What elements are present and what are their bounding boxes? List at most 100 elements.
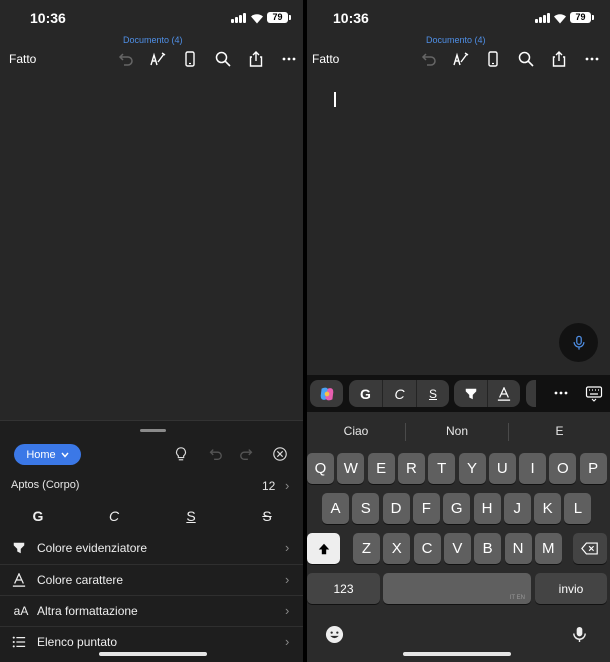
home-indicator[interactable]: [99, 652, 207, 656]
font-color-icon: [10, 572, 28, 588]
key[interactable]: A: [322, 493, 349, 524]
bullet-list-icon: [10, 634, 28, 650]
mobile-view-icon[interactable]: [180, 49, 200, 69]
key[interactable]: L: [564, 493, 592, 524]
underline-button[interactable]: S: [417, 380, 449, 407]
bold-button[interactable]: G: [23, 508, 53, 528]
underline-button[interactable]: S: [176, 508, 206, 528]
dictation-button[interactable]: [559, 323, 598, 362]
microphone-icon[interactable]: [568, 623, 590, 645]
key[interactable]: B: [474, 533, 502, 564]
space-key[interactable]: IT EN: [383, 573, 531, 604]
cellular-signal-icon: [231, 13, 247, 23]
document-title[interactable]: Documento (4): [307, 35, 610, 45]
key[interactable]: Q: [307, 453, 334, 484]
lightbulb-icon[interactable]: [172, 445, 190, 463]
redo-icon[interactable]: [238, 445, 256, 463]
copilot-button[interactable]: [310, 380, 343, 407]
shift-key[interactable]: [307, 533, 340, 564]
share-icon[interactable]: [246, 49, 266, 69]
key[interactable]: K: [534, 493, 562, 524]
backspace-key[interactable]: [573, 533, 607, 564]
return-key[interactable]: invio: [535, 573, 607, 604]
more-icon[interactable]: [551, 383, 571, 403]
key[interactable]: I: [519, 453, 547, 484]
key[interactable]: U: [488, 453, 516, 484]
on-screen-keyboard: Ciao Non E QWERTYUIOP ASDFGHJKL ZXCVBNM …: [307, 412, 610, 662]
key[interactable]: O: [549, 453, 577, 484]
key[interactable]: Y: [458, 453, 486, 484]
share-icon[interactable]: [549, 49, 569, 69]
text-format-group: G C S: [349, 380, 449, 407]
menu-item-more-formatting[interactable]: aA Altra formattazione ›: [0, 595, 303, 626]
undo-icon[interactable]: [418, 49, 438, 69]
key[interactable]: N: [504, 533, 532, 564]
wifi-icon: [250, 11, 264, 24]
draw-pen-icon[interactable]: [450, 49, 470, 69]
key[interactable]: M: [534, 533, 562, 564]
key[interactable]: V: [443, 533, 471, 564]
key[interactable]: D: [382, 493, 410, 524]
more-icon[interactable]: [279, 49, 299, 69]
menu-item-font-color[interactable]: Colore carattere ›: [0, 564, 303, 595]
key[interactable]: J: [503, 493, 531, 524]
suggestion-2[interactable]: Non: [406, 412, 508, 450]
ribbon-tab-label: Home: [26, 448, 56, 461]
key[interactable]: R: [397, 453, 425, 484]
key[interactable]: X: [383, 533, 411, 564]
font-picker-row[interactable]: Aptos (Corpo) 12 ›: [0, 477, 303, 497]
space-language-label: IT EN: [509, 595, 525, 601]
suggestion-1[interactable]: Ciao: [307, 412, 405, 450]
color-group: [454, 380, 520, 407]
wifi-icon: [553, 11, 567, 24]
cellular-signal-icon: [535, 13, 551, 23]
status-time: 10:36: [333, 10, 369, 26]
key[interactable]: G: [443, 493, 471, 524]
key[interactable]: E: [367, 453, 395, 484]
search-icon[interactable]: [213, 49, 233, 69]
toolbar-overflow-edge[interactable]: [526, 380, 536, 407]
ribbon-tab-selector[interactable]: Home: [14, 444, 81, 465]
key[interactable]: S: [352, 493, 380, 524]
undo-icon[interactable]: [115, 49, 135, 69]
undo-icon[interactable]: [206, 445, 224, 463]
key[interactable]: P: [579, 453, 607, 484]
chevron-right-icon: ›: [285, 634, 290, 649]
left-screen: 10:36 79 Documento (4) Fatto Home Aptos …: [0, 0, 303, 662]
key[interactable]: W: [337, 453, 365, 484]
menu-item-highlight-color[interactable]: Colore evidenziatore ›: [0, 533, 303, 564]
status-bar: 10:36 79: [307, 0, 610, 34]
close-circle-icon[interactable]: [271, 445, 289, 463]
italic-button[interactable]: C: [383, 380, 416, 407]
font-color-button[interactable]: [488, 380, 520, 407]
document-title[interactable]: Documento (4): [0, 35, 303, 45]
numbers-key[interactable]: 123: [307, 573, 380, 604]
home-indicator[interactable]: [403, 652, 511, 656]
key[interactable]: H: [473, 493, 501, 524]
menu-item-label: Altra formattazione: [37, 604, 138, 618]
strikethrough-button[interactable]: S: [252, 508, 282, 528]
mobile-view-icon[interactable]: [483, 49, 503, 69]
suggestion-3[interactable]: E: [509, 412, 610, 450]
highlighter-icon: [465, 388, 476, 399]
italic-button[interactable]: C: [99, 508, 129, 528]
key[interactable]: C: [413, 533, 441, 564]
highlighter-button[interactable]: [454, 380, 487, 407]
menu-item-label: Colore evidenziatore: [37, 541, 148, 555]
copilot-icon: [320, 387, 333, 400]
more-icon[interactable]: [582, 49, 602, 69]
key[interactable]: Z: [353, 533, 380, 564]
done-button[interactable]: Fatto: [312, 52, 339, 66]
chevron-down-icon: [61, 452, 69, 458]
text-cursor: [334, 92, 336, 107]
key[interactable]: F: [412, 493, 440, 524]
draw-pen-icon[interactable]: [147, 49, 167, 69]
emoji-icon[interactable]: [323, 623, 345, 645]
key[interactable]: T: [428, 453, 456, 484]
search-icon[interactable]: [516, 49, 536, 69]
sheet-grabber[interactable]: [140, 429, 166, 432]
done-button[interactable]: Fatto: [9, 52, 36, 66]
hide-keyboard-icon[interactable]: [584, 383, 604, 403]
chevron-right-icon: ›: [285, 603, 290, 618]
bold-button[interactable]: G: [349, 380, 382, 407]
